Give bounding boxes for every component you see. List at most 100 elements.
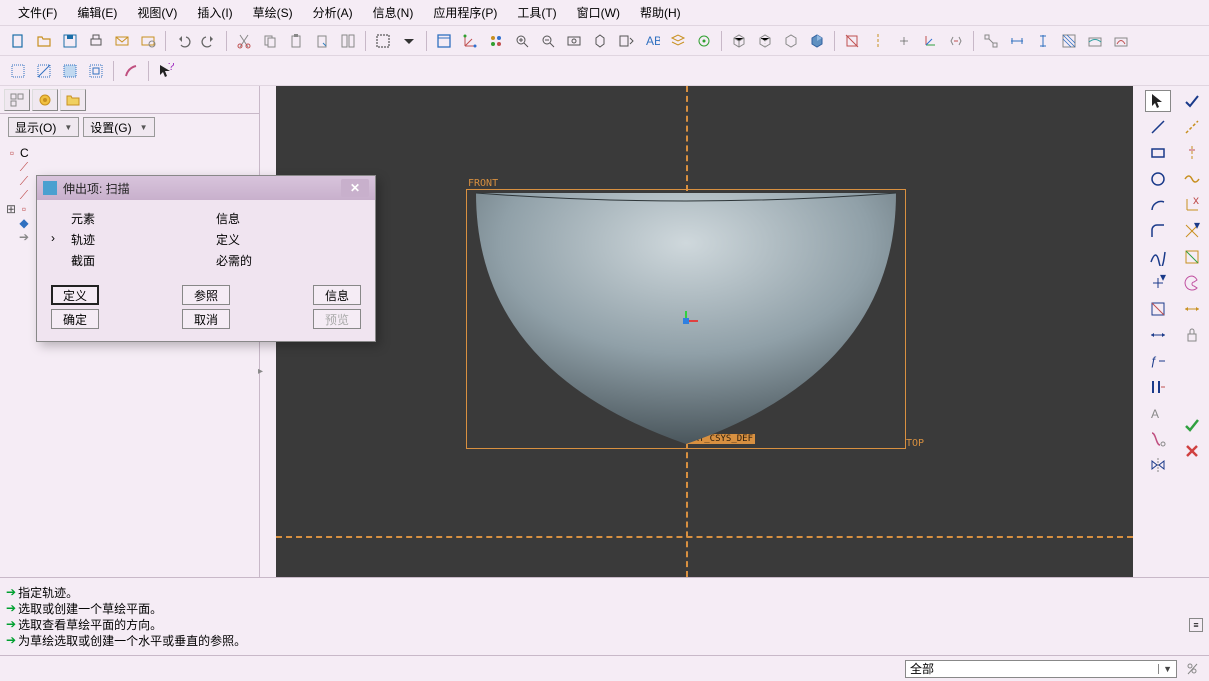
accept-icon[interactable] [1179,90,1205,112]
modify-tool-icon[interactable]: ƒ [1145,350,1171,372]
menu-view[interactable]: 视图(V) [127,0,187,25]
zoom-out-icon[interactable] [536,29,560,53]
open-icon[interactable] [32,29,56,53]
sketch-done-icon[interactable] [1179,414,1205,436]
cut-icon[interactable] [232,29,256,53]
mirror-tool-icon[interactable] [1145,454,1171,476]
lock-dim-tool-icon[interactable] [1179,324,1205,346]
wave-tool-icon[interactable] [1179,168,1205,190]
layers-icon[interactable] [666,29,690,53]
circle-tool-icon[interactable] [1145,168,1171,190]
pointer-tool-icon[interactable] [1145,90,1171,112]
ok-button[interactable]: 确定 [51,309,99,329]
spline-tool-icon[interactable] [1145,246,1171,268]
annotation-icon[interactable]: AB [640,29,664,53]
new-file-icon[interactable] [6,29,30,53]
reference-button[interactable]: 参照 [182,285,230,305]
paste-icon[interactable] [284,29,308,53]
menu-info[interactable]: 信息(N) [363,0,424,25]
offset-edge-tool-icon[interactable] [1179,246,1205,268]
text-tool-icon[interactable]: A [1145,402,1171,424]
email-attach-icon[interactable] [136,29,160,53]
palette-tool-icon[interactable] [1179,272,1205,294]
curve-disp-icon[interactable] [1109,29,1133,53]
select-rect-icon[interactable] [371,29,395,53]
annotation-disp-icon[interactable] [944,29,968,53]
cline-tool-icon[interactable] [1179,116,1205,138]
shaded-icon[interactable] [805,29,829,53]
spin-center-icon[interactable] [692,29,716,53]
viewport-3d[interactable]: FRONT TOP PRT_CSYS_DEF [276,86,1133,577]
save-icon[interactable] [58,29,82,53]
display-dropdown[interactable]: 显示(O) [8,117,79,137]
sel-region-icon[interactable] [58,59,82,83]
define-button[interactable]: 定义 [51,285,99,305]
menu-sketch[interactable]: 草绘(S) [243,0,303,25]
status-filter-icon[interactable] [1183,660,1201,678]
line-tool-icon[interactable] [1145,116,1171,138]
sel-all-icon[interactable] [6,59,30,83]
use-edge-tool-icon[interactable] [1145,298,1171,320]
regenerate-icon[interactable] [336,29,360,53]
row-trajectory[interactable]: 轨迹 [71,231,216,248]
orient-icon[interactable] [588,29,612,53]
rect-tool-icon[interactable] [1145,142,1171,164]
copy-icon[interactable] [258,29,282,53]
menu-file[interactable]: 文件(F) [8,0,67,25]
tree-tab-layer-icon[interactable] [32,89,58,111]
message-scroll-icon[interactable]: ≡ [1189,618,1203,632]
menu-insert[interactable]: 插入(I) [187,0,242,25]
selection-filter-combo[interactable]: 全部 [905,660,1177,678]
menu-tools[interactable]: 工具(T) [507,0,566,25]
cancel-button[interactable]: 取消 [182,309,230,329]
arc-tool-icon[interactable] [1145,194,1171,216]
menu-analysis[interactable]: 分析(A) [303,0,363,25]
wireframe-icon[interactable] [727,29,751,53]
dimension-tool-icon[interactable] [1145,324,1171,346]
section-disp-icon[interactable] [1057,29,1081,53]
print-icon[interactable] [84,29,108,53]
ref-dim-tool-icon[interactable] [1179,298,1205,320]
axis-tool-icon[interactable] [1179,142,1205,164]
coord-tool-icon[interactable]: x [1179,194,1205,216]
surface-disp-icon[interactable] [1083,29,1107,53]
constraint-tool-icon[interactable] [1145,376,1171,398]
ref-point-tool-icon[interactable]: ▾ [1179,220,1205,242]
sketch-quit-icon[interactable] [1179,440,1205,462]
hidden-line-icon[interactable] [753,29,777,53]
window-icon[interactable] [432,29,456,53]
dim-horiz-icon[interactable] [1005,29,1029,53]
no-hidden-icon[interactable] [779,29,803,53]
tree-tab-model-icon[interactable] [4,89,30,111]
info-button[interactable]: 信息 [313,285,361,305]
redo-icon[interactable] [197,29,221,53]
select-rect-dd-icon[interactable] [397,29,421,53]
dialog-titlebar[interactable]: 伸出项: 扫描 ✕ [37,176,375,200]
dialog-close-icon[interactable]: ✕ [341,179,369,197]
csys-icon[interactable] [458,29,482,53]
view-manager-icon[interactable] [484,29,508,53]
trim-tool-icon[interactable] [1145,428,1171,450]
menu-edit[interactable]: 编辑(E) [67,0,127,25]
datum-axis-disp-icon[interactable] [866,29,890,53]
zoom-in-icon[interactable] [510,29,534,53]
point-tool-icon[interactable]: ▾ [1145,272,1171,294]
menu-app[interactable]: 应用程序(P) [423,0,507,25]
row-section[interactable]: 截面 [71,252,216,269]
relations-icon[interactable] [979,29,1003,53]
csys-disp-icon[interactable] [918,29,942,53]
datum-point-disp-icon[interactable] [892,29,916,53]
zoom-fit-icon[interactable] [562,29,586,53]
menu-window[interactable]: 窗口(W) [567,0,630,25]
sel-loop-icon[interactable] [84,59,108,83]
fillet-tool-icon[interactable] [1145,220,1171,242]
dim-vert-icon[interactable] [1031,29,1055,53]
settings-dropdown[interactable]: 设置(G) [83,117,154,137]
undo-icon[interactable] [171,29,195,53]
help-pointer-icon[interactable]: ? [154,59,178,83]
brush-icon[interactable] [119,59,143,83]
tree-tab-folder-icon[interactable] [60,89,86,111]
datum-plane-disp-icon[interactable] [840,29,864,53]
saved-view-icon[interactable] [614,29,638,53]
menu-help[interactable]: 帮助(H) [630,0,691,25]
